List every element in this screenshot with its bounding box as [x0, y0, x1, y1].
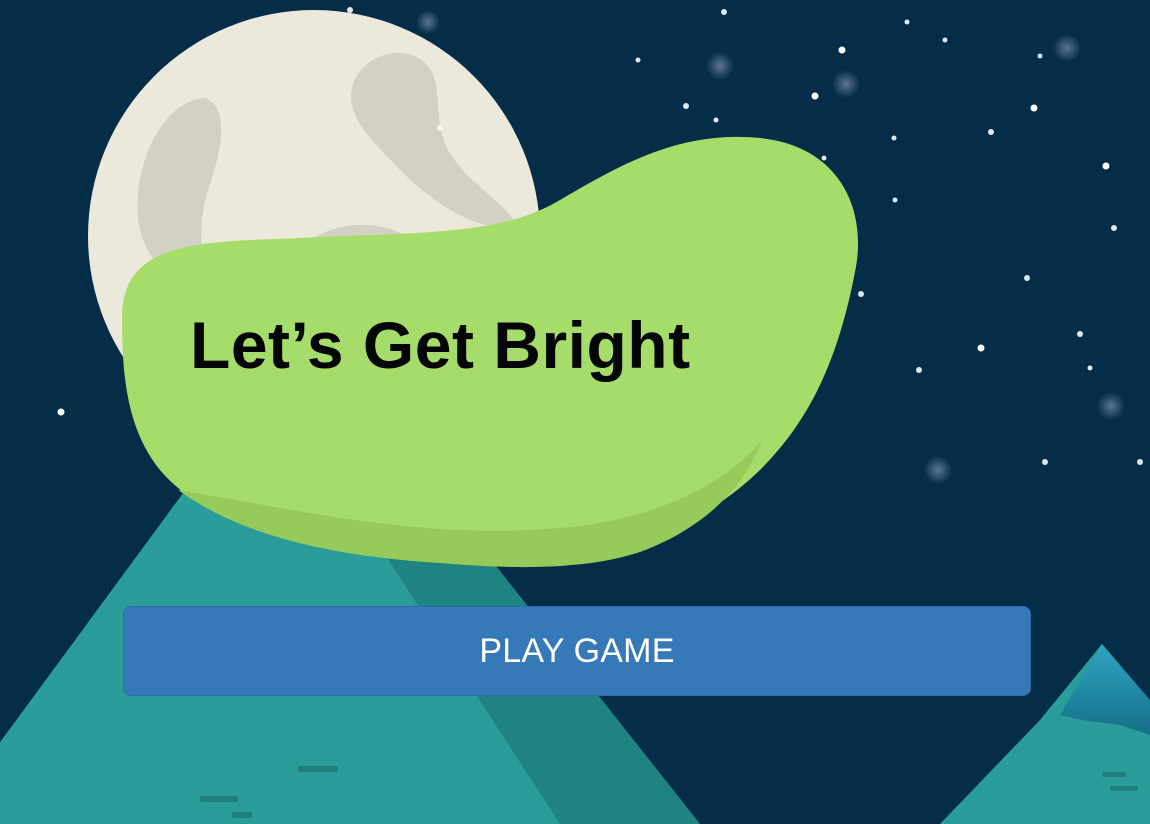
night-scene-background [0, 0, 1150, 824]
game-title: Let’s Get Bright [190, 308, 691, 382]
game-screen: Let’s Get Bright PLAY GAME [0, 0, 1150, 824]
play-game-button[interactable]: PLAY GAME [123, 606, 1031, 696]
